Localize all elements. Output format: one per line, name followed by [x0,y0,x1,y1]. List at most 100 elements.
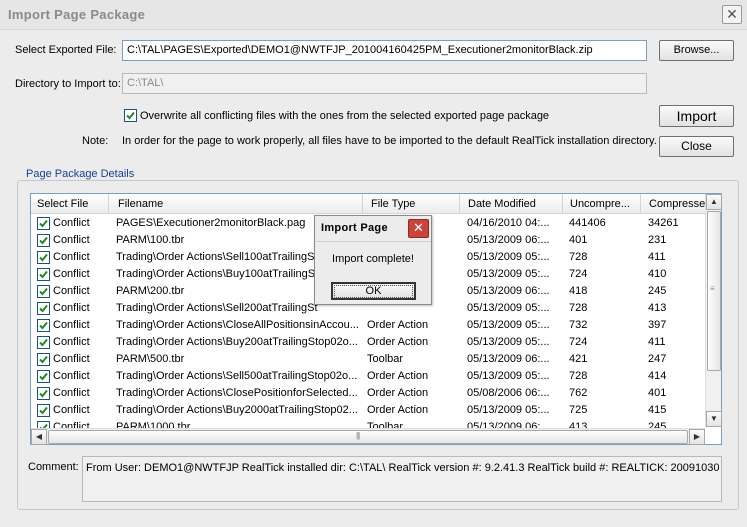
cell-filename: PARM\500.tbr [116,353,185,365]
cell-status: Conflict [53,251,90,263]
cell-uncomp: 421 [569,353,588,365]
column-header-select-file[interactable]: Select File [31,194,109,214]
dialog-close-icon[interactable]: ✕ [408,219,429,238]
horizontal-scrollbar[interactable]: ◀ ||| ▶ [31,428,705,445]
cell-date: 05/08/2006 06:... [467,387,550,399]
cell-uncomp: 728 [569,302,588,314]
list-header: Select File Filename File Type Date Modi… [31,194,711,214]
cell-type: Order Action [367,404,429,416]
checkbox-check-icon [37,302,50,315]
cell-status: Conflict [53,285,90,297]
row-select-checkbox[interactable] [31,266,53,283]
cell-date: 04/16/2010 04:... [467,217,550,229]
import-complete-dialog: Import Page ✕ Import complete! OK [314,215,432,305]
table-row[interactable]: Conflict Trading\Order Actions\Sell500atT… [31,368,706,385]
cell-comp: 231 [648,234,667,246]
ok-button[interactable]: OK [331,282,416,300]
browse-button[interactable]: Browse... [659,40,734,61]
cell-filename: Trading\Order Actions\Sell500atTrailingS… [116,370,358,382]
ok-button-label: OK [334,285,413,298]
column-header-file-type[interactable]: File Type [363,194,460,214]
cell-date: 05/13/2009 06:... [467,353,550,365]
cell-status: Conflict [53,319,90,331]
cell-filename: Trading\Order Actions\Buy200atTrailingSt… [116,336,358,348]
close-button[interactable]: Close [659,136,734,157]
row-select-checkbox[interactable] [31,351,53,368]
checkbox-check-icon [37,217,50,230]
directory-label: Directory to Import to: [15,78,121,90]
cell-date: 05/13/2009 05:... [467,370,550,382]
overwrite-checkbox[interactable] [124,109,137,125]
cell-filename: Trading\Order Actions\CloseAllPositionsi… [116,319,359,331]
checkbox-check-icon [124,109,137,122]
cell-comp: 401 [648,387,667,399]
cell-status: Conflict [53,234,90,246]
cell-comp: 245 [648,285,667,297]
cell-type: Order Action [367,370,429,382]
checkbox-check-icon [37,370,50,383]
cell-status: Conflict [53,302,90,314]
column-header-filename[interactable]: Filename [109,194,363,214]
row-select-checkbox[interactable] [31,317,53,334]
row-select-checkbox[interactable] [31,368,53,385]
row-select-checkbox[interactable] [31,283,53,300]
checkbox-check-icon [37,268,50,281]
column-header-compressed[interactable]: Compresse... [641,194,711,214]
cell-comp: 247 [648,353,667,365]
row-select-checkbox[interactable] [31,232,53,249]
cell-type: Order Action [367,336,429,348]
directory-input: C:\TAL\ [122,73,647,94]
cell-comp: 415 [648,404,667,416]
row-select-checkbox[interactable] [31,300,53,317]
cell-uncomp: 725 [569,404,588,416]
row-select-checkbox[interactable] [31,215,53,232]
cell-comp: 413 [648,302,667,314]
scroll-left-arrow-icon[interactable]: ◀ [31,429,47,445]
checkbox-check-icon [37,336,50,349]
cell-type: Toolbar [367,353,404,365]
cell-type: Order Action [367,319,429,331]
row-select-checkbox[interactable] [31,385,53,402]
cell-uncomp: 418 [569,285,588,297]
cell-uncomp: 441406 [569,217,606,229]
import-button[interactable]: Import [659,105,734,127]
cell-filename: Trading\Order Actions\ClosePositionforSe… [116,387,358,399]
cell-comp: 411 [648,251,666,263]
vertical-scrollbar[interactable]: ▲ ≡ ▼ [705,194,722,427]
cell-comp: 410 [648,268,667,280]
row-select-checkbox[interactable] [31,402,53,419]
select-file-input[interactable]: C:\TAL\PAGES\Exported\DEMO1@NWTFJP_20100… [122,40,647,61]
comment-field: From User: DEMO1@NWTFJP RealTick install… [82,456,722,502]
cell-date: 05/13/2009 05:... [467,251,550,263]
cell-status: Conflict [53,370,90,382]
cell-date: 05/13/2009 06:... [467,234,550,246]
column-header-date-modified[interactable]: Date Modified [460,194,563,214]
dialog-title: Import Page [321,222,388,234]
cell-uncomp: 724 [569,336,588,348]
column-header-uncompressed[interactable]: Uncompre... [563,194,641,214]
select-file-label: Select Exported File: [15,44,117,56]
cell-status: Conflict [53,217,90,229]
grip-icon: ||| [356,431,360,440]
table-row[interactable]: Conflict Trading\Order Actions\ClosePosit… [31,385,706,402]
row-select-checkbox[interactable] [31,249,53,266]
note-text: In order for the page to work properly, … [122,135,657,147]
cell-date: 05/13/2009 05:... [467,336,550,348]
table-row[interactable]: Conflict Trading\Order Actions\CloseAllPo… [31,317,706,334]
table-row[interactable]: Conflict PARM\500.tbr Toolbar 05/13/2009 06… [31,351,706,368]
horizontal-scroll-thumb[interactable] [48,430,688,444]
table-row[interactable]: Conflict Trading\Order Actions\Buy200atTr… [31,334,706,351]
cell-uncomp: 732 [569,319,588,331]
group-label: Page Package Details [23,168,138,180]
cell-date: 05/13/2009 05:... [467,404,550,416]
cell-status: Conflict [53,387,90,399]
scroll-up-arrow-icon[interactable]: ▲ [706,194,722,210]
scroll-right-arrow-icon[interactable]: ▶ [689,429,705,445]
checkbox-check-icon [37,404,50,417]
window-close-button[interactable]: ✕ [722,5,742,24]
cell-date: 05/13/2009 05:... [467,302,550,314]
scroll-down-arrow-icon[interactable]: ▼ [706,411,722,427]
table-row[interactable]: Conflict Trading\Order Actions\Buy2000atT… [31,402,706,419]
row-select-checkbox[interactable] [31,334,53,351]
checkbox-check-icon [37,319,50,332]
